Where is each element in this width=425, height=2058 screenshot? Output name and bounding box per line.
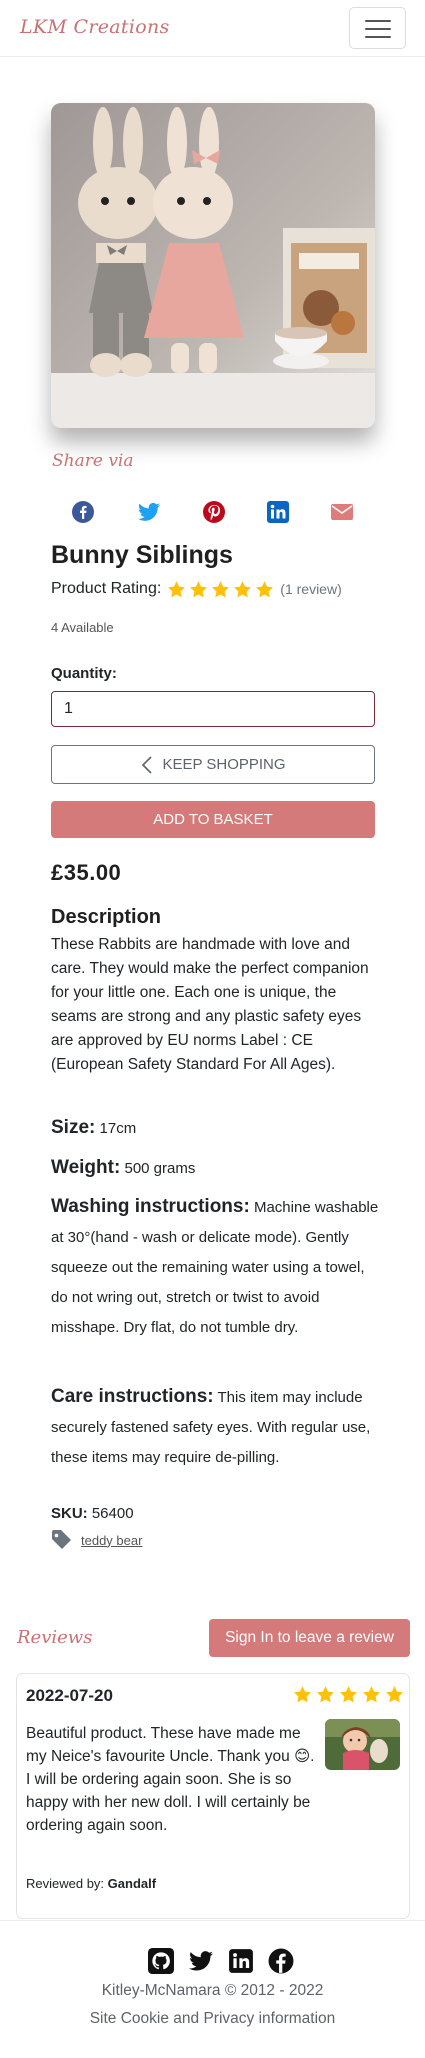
hamburger-menu-icon[interactable] [349, 7, 406, 49]
navbar: LKM Creations [0, 0, 425, 57]
review-card: 2022-07-20 Beautiful product. These have… [16, 1673, 410, 1919]
github-icon[interactable] [148, 1948, 174, 1974]
rating-count[interactable]: (1 review) [280, 581, 341, 597]
star-icon [234, 580, 252, 597]
weight-value: 500 grams [124, 1160, 196, 1177]
product-price: £35.00 [51, 860, 122, 885]
chevron-left-icon [142, 755, 153, 774]
keep-shopping-button[interactable]: KEEP SHOPPING [51, 745, 375, 784]
sku-row: SKU: 56400 [51, 1505, 134, 1522]
brand-logo[interactable]: LKM Creations [20, 16, 170, 38]
sku-value: 56400 [91, 1505, 134, 1522]
weight-row: Weight: 500 grams [51, 1153, 381, 1184]
twitter-icon[interactable] [188, 1948, 214, 1974]
sign-in-review-button[interactable]: Sign In to leave a review [209, 1619, 410, 1657]
share-via-label: Share via [52, 451, 134, 471]
care-label: Care instructions: [51, 1386, 214, 1407]
washing-row: Washing instructions: Machine washable a… [51, 1192, 381, 1343]
star-icon [386, 1686, 403, 1703]
product-rating: Product Rating: (1 review) [51, 578, 342, 600]
care-row: Care instructions: This item may include… [51, 1382, 381, 1473]
review-text: Beautiful product. These have made me my… [26, 1725, 315, 1834]
star-icon [294, 1686, 311, 1703]
facebook-icon[interactable] [268, 1948, 294, 1974]
tag-link[interactable]: teddy bear [81, 1533, 142, 1548]
reviewer: Reviewed by: Gandalf [26, 1876, 156, 1891]
footer-divider [0, 1920, 425, 1921]
cookie-privacy-link[interactable]: Site Cookie and Privacy information [0, 2010, 425, 2028]
size-label: Size: [51, 1117, 96, 1138]
star-icon [168, 580, 186, 597]
star-icon [317, 1686, 334, 1703]
review-photo[interactable] [325, 1719, 400, 1770]
sku-label: SKU: [51, 1505, 88, 1522]
reviewed-by-label: Reviewed by: [26, 1876, 105, 1891]
description-text: These Rabbits are handmade with love and… [51, 936, 369, 1073]
quantity-input[interactable] [51, 691, 375, 727]
email-icon[interactable] [330, 500, 354, 524]
review-stars [293, 1685, 404, 1704]
copyright-text: Kitley-McNamara © 2012 - 2022 [101, 1982, 324, 1999]
washing-value: Machine washable at 30°(hand - wash or d… [51, 1199, 379, 1336]
add-to-basket-button[interactable]: ADD TO BASKET [51, 801, 375, 838]
product-title: Bunny Siblings [51, 541, 233, 569]
description-heading: Description [51, 906, 162, 928]
star-icon [212, 580, 230, 597]
linkedin-icon[interactable] [266, 500, 290, 524]
rating-stars [167, 580, 274, 599]
tag-row: teddy bear [51, 1530, 142, 1550]
product-image [51, 103, 375, 428]
reviewer-name: Gandalf [107, 1876, 157, 1891]
review-date: 2022-07-20 [26, 1686, 113, 1705]
facebook-icon[interactable] [71, 500, 95, 524]
star-icon [190, 580, 208, 597]
quantity-label: Quantity: [51, 665, 117, 682]
rating-label: Product Rating: [51, 580, 162, 597]
weight-label: Weight: [51, 1157, 121, 1178]
star-icon [256, 580, 274, 597]
tag-icon [52, 1530, 71, 1549]
star-icon [363, 1686, 380, 1703]
twitter-icon[interactable] [137, 500, 161, 524]
star-icon [340, 1686, 357, 1703]
washing-label: Washing instructions: [51, 1196, 250, 1217]
size-value: 17cm [99, 1120, 137, 1137]
size-row: Size: 17cm [51, 1113, 381, 1144]
linkedin-icon[interactable] [228, 1948, 254, 1974]
reviews-title: Reviews [17, 1627, 93, 1648]
stock-available: 4 Available [51, 620, 114, 635]
pinterest-icon[interactable] [202, 500, 226, 524]
keep-shopping-label: KEEP SHOPPING [162, 756, 286, 773]
